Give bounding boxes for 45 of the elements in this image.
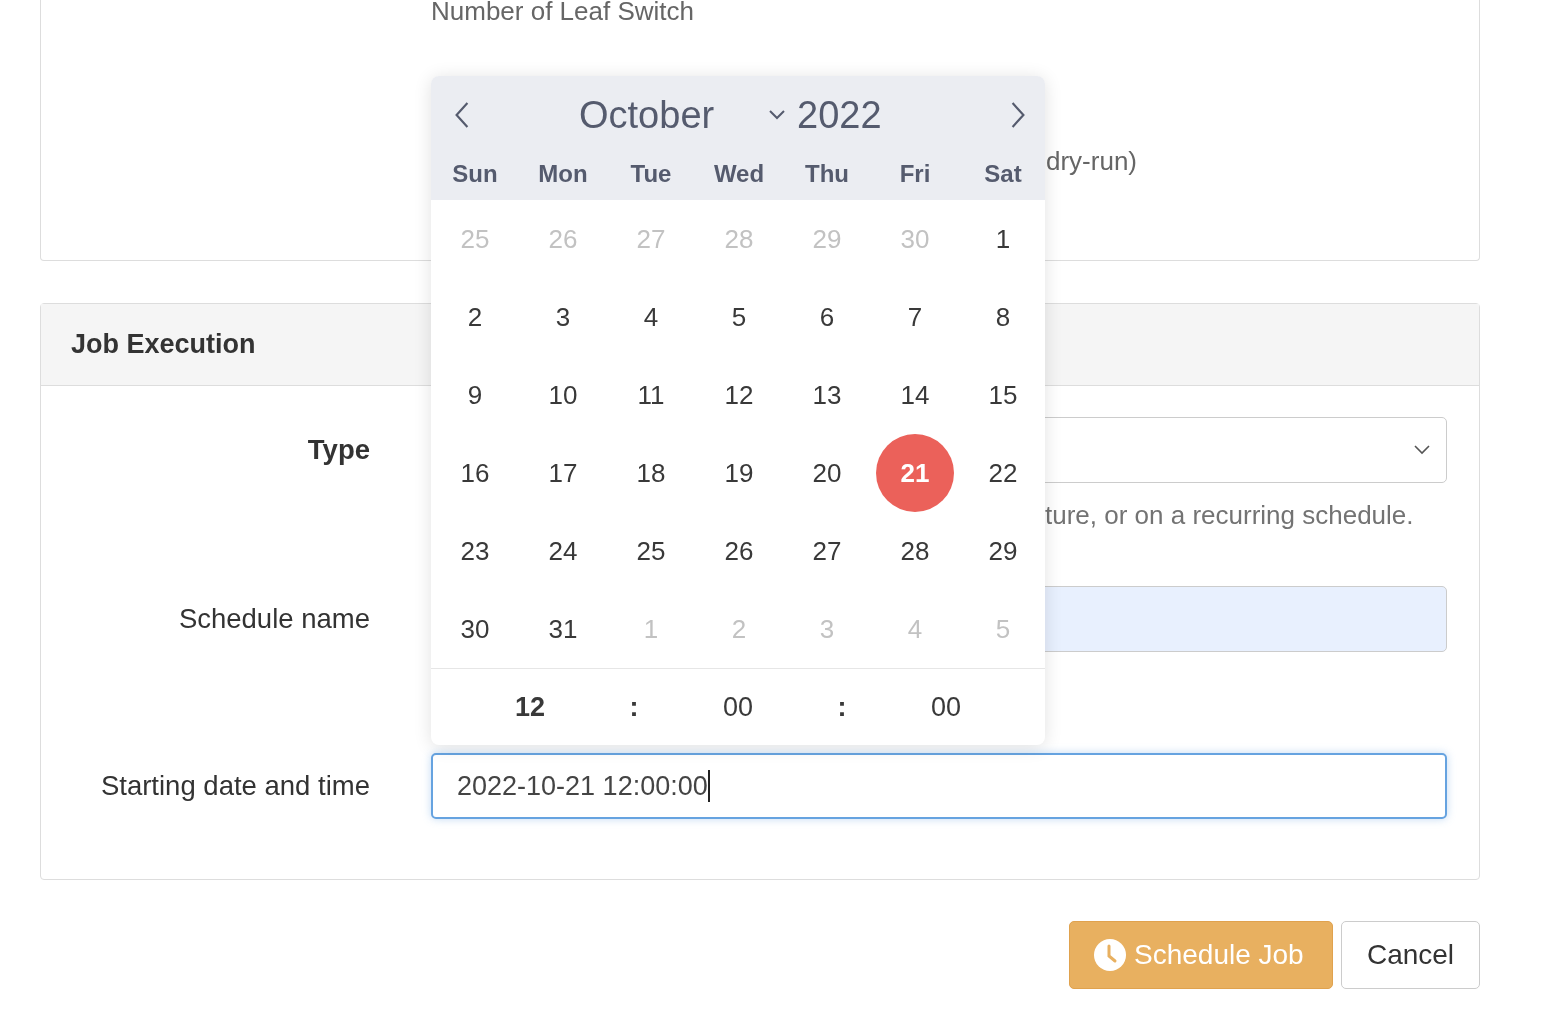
weekday-label: Wed bbox=[712, 159, 766, 189]
chevron-right-icon bbox=[1011, 102, 1025, 128]
time-separator: : bbox=[629, 691, 639, 722]
calendar-day[interactable]: 26 bbox=[700, 512, 778, 590]
time-value[interactable]: 00 bbox=[722, 691, 753, 722]
calendar-day[interactable]: 30 bbox=[436, 590, 514, 668]
field-label: Type bbox=[306, 433, 370, 467]
time-value[interactable]: 00 bbox=[930, 691, 961, 722]
year-field[interactable]: 2022 bbox=[797, 93, 882, 137]
chevron-down-icon bbox=[769, 110, 785, 120]
date-time-field[interactable]: 2022-10-21 12:00:00 bbox=[431, 753, 1447, 819]
cancel-button[interactable]: Cancel bbox=[1341, 921, 1480, 989]
clock-icon bbox=[1094, 939, 1126, 971]
calendar-day[interactable]: 24 bbox=[524, 512, 602, 590]
calendar-day[interactable]: 23 bbox=[436, 512, 514, 590]
previous-month-button[interactable] bbox=[455, 102, 469, 128]
month-dropdown[interactable]: October bbox=[579, 93, 785, 137]
calendar-day[interactable]: 20 bbox=[788, 434, 866, 512]
field-label: Starting date and time bbox=[99, 769, 370, 803]
calendar-day[interactable]: 29 bbox=[964, 512, 1042, 590]
weekday-label: Mon bbox=[537, 159, 589, 189]
field-label: Schedule name bbox=[177, 602, 370, 636]
chevron-down-icon bbox=[1414, 445, 1430, 455]
weekday-label: Thu bbox=[804, 159, 850, 189]
calendar-day[interactable]: 31 bbox=[524, 590, 602, 668]
calendar-day[interactable]: 16 bbox=[436, 434, 514, 512]
help-text: ture, or on a recurring schedule. bbox=[1045, 499, 1414, 531]
calendar-day[interactable]: 1 bbox=[964, 200, 1042, 278]
calendar-day[interactable]: 25 bbox=[612, 512, 690, 590]
field-label: Number of Leaf Switch bbox=[431, 0, 694, 26]
calendar-day[interactable]: 18 bbox=[612, 434, 690, 512]
weekday-label: Sun bbox=[451, 159, 499, 189]
calendar-day[interactable]: 28 bbox=[876, 512, 954, 590]
weekday-label: Fri bbox=[898, 159, 932, 189]
calendar-day[interactable]: 27 bbox=[788, 512, 866, 590]
time-value[interactable]: 12 bbox=[514, 691, 545, 722]
chevron-left-icon bbox=[455, 102, 469, 128]
calendar-day[interactable]: 17 bbox=[524, 434, 602, 512]
calendar-day[interactable]: 19 bbox=[700, 434, 778, 512]
calendar-day[interactable]: 22 bbox=[964, 434, 1042, 512]
next-month-button[interactable] bbox=[1011, 102, 1025, 128]
time-separator: : bbox=[837, 691, 847, 722]
option-text: dry-run) bbox=[1046, 146, 1137, 176]
weekday-label: Sat bbox=[983, 159, 1023, 189]
weekday-label: Tue bbox=[629, 159, 673, 189]
